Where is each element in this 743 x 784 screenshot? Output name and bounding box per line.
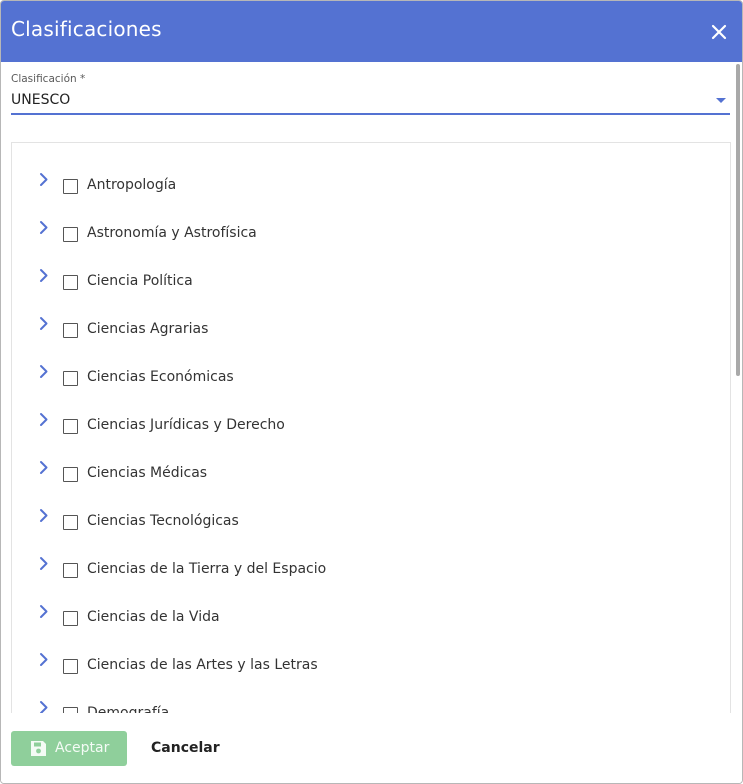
chevron-right-icon[interactable] [37, 506, 51, 524]
clasificacion-label: Clasificación * [11, 73, 86, 85]
tree-item-label: Ciencias Agrarias [87, 321, 209, 337]
clasificacion-select[interactable]: Clasificación * UNESCO [11, 71, 730, 115]
tree-item-checkbox[interactable] [63, 515, 78, 530]
tree-item: Astronomía y Astrofísica [12, 201, 730, 249]
tree-item-label: Astronomía y Astrofísica [87, 225, 257, 241]
chevron-right-icon[interactable] [37, 602, 51, 620]
chevron-right-icon[interactable] [37, 314, 51, 332]
classification-tree: Antropología Astronomía y Astrofísica Cien… [11, 142, 731, 722]
tree-item-checkbox[interactable] [63, 275, 78, 290]
tree-item-checkbox[interactable] [63, 467, 78, 482]
tree-item-label: Ciencias Médicas [87, 465, 208, 481]
chevron-right-icon[interactable] [37, 170, 51, 188]
tree-item-checkbox[interactable] [63, 227, 78, 242]
tree-item-label: Ciencias de la Tierra y del Espacio [87, 561, 327, 577]
tree-item: Antropología [12, 153, 730, 201]
dialog-footer: Aceptar Cancelar [1, 713, 742, 783]
tree-item: Ciencias Agrarias [12, 297, 730, 345]
tree-item: Ciencias Tecnológicas [12, 489, 730, 537]
tree-item: Ciencias de la Vida [12, 585, 730, 633]
save-icon [31, 741, 46, 756]
accept-label: Aceptar [55, 740, 110, 756]
tree-item-label: Ciencias Jurídicas y Derecho [87, 417, 285, 433]
tree-item-checkbox[interactable] [63, 419, 78, 434]
tree-item-checkbox[interactable] [63, 611, 78, 626]
cancel-button[interactable]: Cancelar [141, 731, 231, 766]
chevron-right-icon[interactable] [37, 410, 51, 428]
field-underline [11, 113, 730, 115]
scrollbar[interactable] [736, 64, 740, 376]
chevron-right-icon[interactable] [37, 362, 51, 380]
tree-item-label: Ciencias Económicas [87, 369, 234, 385]
tree-item-label: Antropología [87, 177, 177, 193]
tree-item-label: Ciencia Política [87, 273, 193, 289]
close-button[interactable] [706, 19, 732, 45]
tree-item-label: Ciencias de la Vida [87, 609, 220, 625]
chevron-right-icon[interactable] [37, 650, 51, 668]
chevron-right-icon[interactable] [37, 554, 51, 572]
tree-item: Ciencia Política [12, 249, 730, 297]
cancel-label: Cancelar [151, 740, 220, 756]
chevron-right-icon[interactable] [37, 266, 51, 284]
dialog-header: Clasificaciones [1, 1, 742, 62]
tree-item: Ciencias Económicas [12, 345, 730, 393]
tree-item-label: Ciencias Tecnológicas [87, 513, 239, 529]
tree-item-checkbox[interactable] [63, 371, 78, 386]
chevron-right-icon[interactable] [37, 218, 51, 236]
tree-item-checkbox[interactable] [63, 323, 78, 338]
tree-item: Ciencias de la Tierra y del Espacio [12, 537, 730, 585]
close-icon [711, 24, 727, 40]
tree-item: Ciencias de las Artes y las Letras [12, 633, 730, 681]
tree-item: Ciencias Médicas [12, 441, 730, 489]
tree-item-checkbox[interactable] [63, 179, 78, 194]
clasificacion-value: UNESCO [11, 92, 71, 108]
chevron-down-icon[interactable] [716, 98, 726, 103]
tree-item-label: Ciencias de las Artes y las Letras [87, 657, 318, 673]
tree-item-checkbox[interactable] [63, 659, 78, 674]
clasificaciones-dialog: Clasificaciones Clasificación * UNESCO A… [0, 0, 743, 784]
tree-item-checkbox[interactable] [63, 563, 78, 578]
chevron-right-icon[interactable] [37, 458, 51, 476]
accept-button[interactable]: Aceptar [11, 731, 127, 766]
tree-item: Ciencias Jurídicas y Derecho [12, 393, 730, 441]
dialog-title: Clasificaciones [11, 17, 162, 41]
